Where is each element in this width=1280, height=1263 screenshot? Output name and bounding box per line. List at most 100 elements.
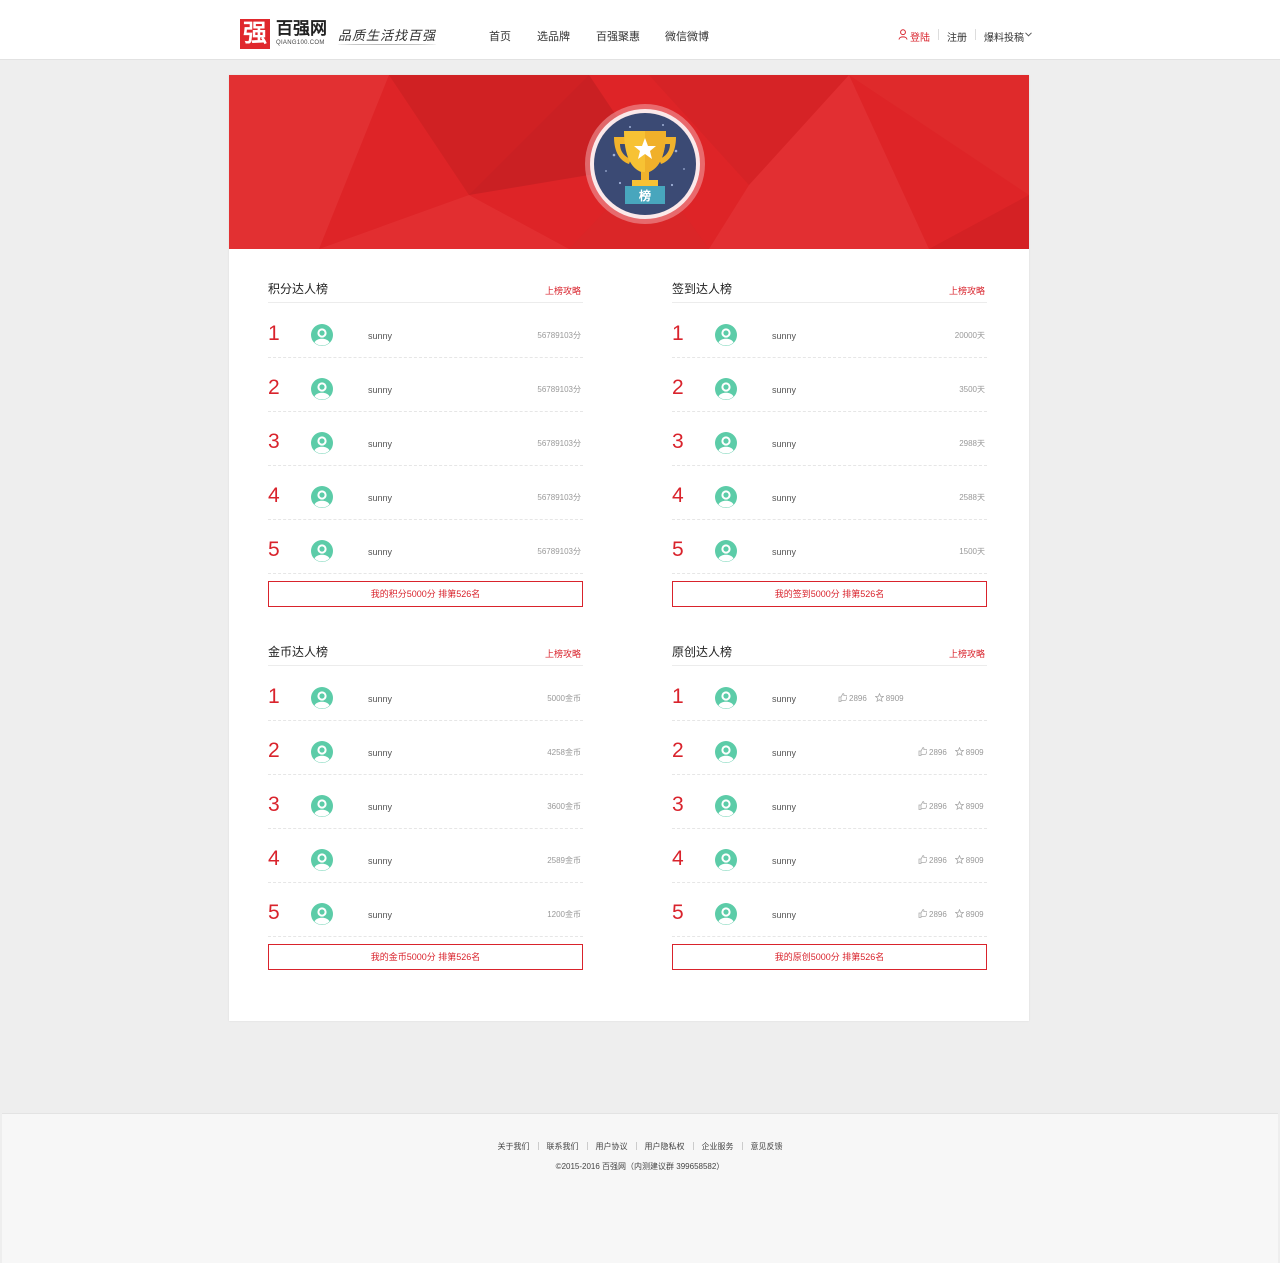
ranking-row[interactable]: 5 sunny 1200金币 <box>268 883 583 937</box>
register-link[interactable]: 注册 <box>947 29 967 44</box>
my-rank-button[interactable]: 我的签到5000分 排第526名 <box>672 581 987 607</box>
avatar-icon[interactable] <box>311 378 333 400</box>
ranking-row[interactable]: 4 sunny 2589金币 <box>268 829 583 883</box>
rank-guide-link[interactable]: 上榜攻略 <box>545 647 581 660</box>
user-name[interactable]: sunny <box>368 385 392 395</box>
ranking-row[interactable]: 4 sunny 2896 8909 <box>672 829 987 883</box>
user-name[interactable]: sunny <box>368 856 392 866</box>
submit-menu[interactable]: 爆料投稿 <box>984 29 1024 44</box>
user-name[interactable]: sunny <box>772 910 796 920</box>
thumb-up-icon <box>918 801 928 810</box>
avatar-icon[interactable] <box>311 432 333 454</box>
stars-count: 8909 <box>965 856 984 865</box>
avatar-icon[interactable] <box>715 687 737 709</box>
user-name[interactable]: sunny <box>368 694 392 704</box>
nav-social[interactable]: 微信微博 <box>665 28 709 44</box>
logo-mark[interactable]: 强 <box>240 19 270 49</box>
avatar-icon[interactable] <box>311 687 333 709</box>
avatar-icon[interactable] <box>311 741 333 763</box>
user-name[interactable]: sunny <box>772 694 796 704</box>
user-name[interactable]: sunny <box>368 331 392 341</box>
avatar-icon[interactable] <box>311 903 333 925</box>
user-name[interactable]: sunny <box>772 748 796 758</box>
ranking-row[interactable]: 2 sunny 56789103分 <box>268 358 583 412</box>
user-name[interactable]: sunny <box>772 385 796 395</box>
my-rank-button[interactable]: 我的原创5000分 排第526名 <box>672 944 987 970</box>
user-name[interactable]: sunny <box>772 856 796 866</box>
ranking-row[interactable]: 1 sunny 56789103分 <box>268 304 583 358</box>
stars-count: 8909 <box>965 802 984 811</box>
ranking-row[interactable]: 2 sunny 2896 8909 <box>672 721 987 775</box>
user-name[interactable]: sunny <box>368 493 392 503</box>
likes-count: 2896 <box>929 802 947 811</box>
avatar-icon[interactable] <box>311 324 333 346</box>
user-name[interactable]: sunny <box>368 802 392 812</box>
ranking-row[interactable]: 4 sunny 2588天 <box>672 466 987 520</box>
ranking-row[interactable]: 3 sunny 56789103分 <box>268 412 583 466</box>
nav-brands[interactable]: 选品牌 <box>537 28 570 44</box>
avatar-icon[interactable] <box>715 432 737 454</box>
user-name[interactable]: sunny <box>772 802 796 812</box>
stars-count: 8909 <box>965 748 984 757</box>
nav-deals[interactable]: 百强聚惠 <box>596 28 640 44</box>
top-header: 强 百强网 QIANG100.COM 品质生活找百强 首页 选品牌 百强聚惠 微… <box>0 0 1280 60</box>
avatar-icon[interactable] <box>715 378 737 400</box>
chevron-down-icon[interactable] <box>1025 32 1032 37</box>
footer-link-terms[interactable]: 用户协议 <box>588 1141 636 1152</box>
rank-guide-link[interactable]: 上榜攻略 <box>949 284 985 297</box>
avatar-icon[interactable] <box>715 324 737 346</box>
ranking-row[interactable]: 1 sunny 2896 8909 <box>672 667 987 721</box>
ranking-row[interactable]: 2 sunny 4258金币 <box>268 721 583 775</box>
rank-number: 1 <box>268 685 280 708</box>
ranking-row[interactable]: 3 sunny 2896 8909 <box>672 775 987 829</box>
ranking-row[interactable]: 3 sunny 2988天 <box>672 412 987 466</box>
user-name[interactable]: sunny <box>368 439 392 449</box>
user-name[interactable]: sunny <box>772 331 796 341</box>
score-value: 3500天 <box>959 385 985 394</box>
avatar-icon[interactable] <box>311 486 333 508</box>
banner: 榜 <box>229 75 1029 249</box>
stats-group: 2896 8909 <box>918 854 984 865</box>
avatar-icon[interactable] <box>715 903 737 925</box>
score-value: 56789103分 <box>537 439 581 448</box>
footer-link-business[interactable]: 企业服务 <box>694 1141 742 1152</box>
ranking-row[interactable]: 4 sunny 56789103分 <box>268 466 583 520</box>
avatar-icon[interactable] <box>311 540 333 562</box>
avatar-icon[interactable] <box>715 795 737 817</box>
footer-link-privacy[interactable]: 用户隐私权 <box>637 1141 693 1152</box>
avatar-icon[interactable] <box>715 486 737 508</box>
user-name[interactable]: sunny <box>368 547 392 557</box>
user-name[interactable]: sunny <box>368 748 392 758</box>
avatar-icon[interactable] <box>715 540 737 562</box>
avatar-icon[interactable] <box>715 741 737 763</box>
user-name[interactable]: sunny <box>772 493 796 503</box>
ranking-row[interactable]: 3 sunny 3600金币 <box>268 775 583 829</box>
user-name[interactable]: sunny <box>368 910 392 920</box>
login-link[interactable]: 登陆 <box>910 29 930 44</box>
user-name[interactable]: sunny <box>772 439 796 449</box>
thumb-up-icon <box>918 747 928 756</box>
rank-guide-link[interactable]: 上榜攻略 <box>949 647 985 660</box>
stars-count: 8909 <box>965 910 984 919</box>
star-icon <box>954 746 965 757</box>
footer-link-feedback[interactable]: 意见反馈 <box>743 1141 791 1152</box>
footer-link-about[interactable]: 关于我们 <box>490 1141 538 1152</box>
ranking-row[interactable]: 1 sunny 20000天 <box>672 304 987 358</box>
ranking-row[interactable]: 5 sunny 56789103分 <box>268 520 583 574</box>
ranking-row[interactable]: 5 sunny 1500天 <box>672 520 987 574</box>
rank-guide-link[interactable]: 上榜攻略 <box>545 284 581 297</box>
footer-links: 关于我们 联系我们 用户协议 用户隐私权 企业服务 意见反馈 <box>2 1141 1278 1152</box>
avatar-icon[interactable] <box>311 849 333 871</box>
nav-home[interactable]: 首页 <box>489 28 511 44</box>
logo-name[interactable]: 百强网 <box>276 19 327 39</box>
user-name[interactable]: sunny <box>772 547 796 557</box>
footer-link-contact[interactable]: 联系我们 <box>539 1141 587 1152</box>
avatar-icon[interactable] <box>311 795 333 817</box>
avatar-icon[interactable] <box>715 849 737 871</box>
panel-title: 金币达人榜 <box>268 645 329 659</box>
ranking-row[interactable]: 1 sunny 5000金币 <box>268 667 583 721</box>
my-rank-button[interactable]: 我的金币5000分 排第526名 <box>268 944 583 970</box>
ranking-row[interactable]: 5 sunny 2896 8909 <box>672 883 987 937</box>
my-rank-button[interactable]: 我的积分5000分 排第526名 <box>268 581 583 607</box>
ranking-row[interactable]: 2 sunny 3500天 <box>672 358 987 412</box>
